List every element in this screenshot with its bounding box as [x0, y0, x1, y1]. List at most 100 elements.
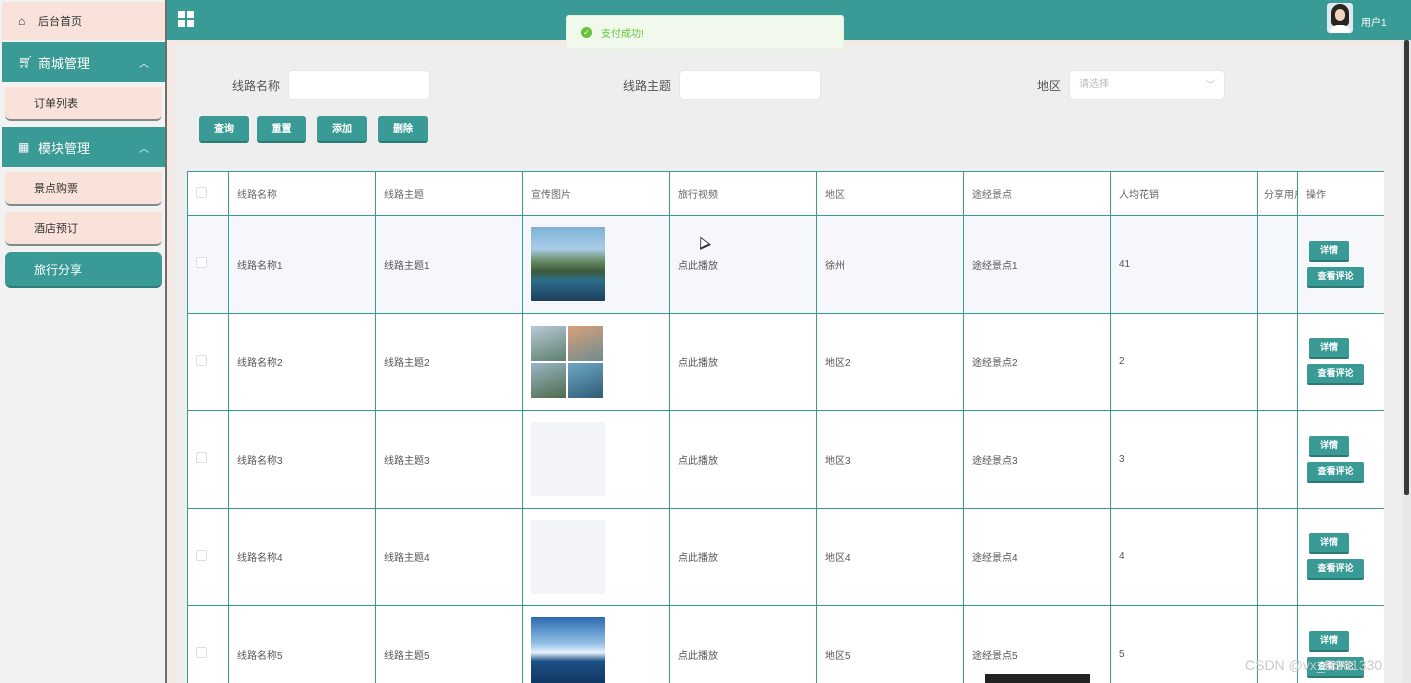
- spots-cell: 途经景点1: [963, 215, 1111, 314]
- cost-cell: 41: [1110, 215, 1258, 314]
- check-circle-icon: ✓: [581, 26, 592, 38]
- route-theme-cell: 线路主题5: [375, 605, 523, 683]
- operation-cell: 详情 查看评论: [1297, 312, 1384, 411]
- row-checkbox[interactable]: [196, 257, 207, 269]
- grid-icon: ▦: [18, 140, 30, 154]
- select-all-checkbox[interactable]: [196, 186, 207, 198]
- sidebar-item-orders[interactable]: 订单列表: [5, 87, 162, 121]
- video-link[interactable]: 点此播放: [669, 312, 817, 411]
- promo-image[interactable]: [531, 519, 605, 594]
- share-user-cell: [1257, 410, 1298, 509]
- route-theme-input[interactable]: [679, 70, 821, 100]
- route-theme-cell: 线路主题4: [375, 507, 523, 606]
- table-row: 线路名称3 线路主题3 点此播放 地区3 途经景点3 3 详情 查看评论: [187, 410, 1384, 509]
- chevron-down-icon: ﹀: [1205, 80, 1215, 90]
- column-header: 分享用户: [1257, 171, 1298, 216]
- detail-button[interactable]: 详情: [1309, 533, 1349, 555]
- sidebar-item-hotel[interactable]: 酒店预订: [5, 212, 162, 246]
- sidebar-group-label: 模块管理: [38, 140, 91, 156]
- column-header: 线路主题: [375, 171, 523, 216]
- spots-cell: 途经景点4: [963, 507, 1111, 606]
- row-checkbox[interactable]: [196, 549, 207, 561]
- route-name-cell: 线路名称5: [228, 605, 376, 683]
- query-button[interactable]: 查询: [199, 116, 249, 143]
- route-name-cell: 线路名称1: [228, 215, 376, 314]
- sidebar-item-home[interactable]: ⌂ 后台首页: [2, 2, 165, 40]
- table-row: 线路名称2 线路主题2 点此播放 地区2 途经景点2 2 详情 查看评论: [187, 312, 1384, 411]
- detail-button[interactable]: 详情: [1309, 435, 1349, 457]
- promo-image[interactable]: [531, 617, 605, 683]
- detail-button[interactable]: 详情: [1309, 240, 1349, 262]
- column-header: 人均花销: [1110, 171, 1258, 216]
- sidebar-item-label: 酒店预订: [34, 223, 78, 235]
- delete-button[interactable]: 删除: [378, 116, 428, 143]
- detail-button[interactable]: 详情: [1309, 630, 1349, 652]
- success-toast: ✓ 支付成功!: [566, 15, 844, 49]
- overlay-bar: [985, 674, 1090, 683]
- share-user-cell: [1257, 215, 1298, 314]
- route-name-cell: 线路名称3: [228, 410, 376, 509]
- view-comments-button[interactable]: 查看评论: [1307, 266, 1364, 288]
- region-cell: 地区3: [816, 410, 964, 509]
- share-user-cell: [1257, 507, 1298, 606]
- route-theme-cell: 线路主题2: [375, 312, 523, 411]
- sidebar-item-tickets[interactable]: 景点购票: [5, 172, 162, 206]
- sidebar-group-modules[interactable]: ▦ 模块管理 ︿: [2, 127, 165, 167]
- add-button[interactable]: 添加: [317, 116, 367, 143]
- region-select[interactable]: 请选择 ﹀: [1069, 70, 1225, 100]
- region-cell: 地区4: [816, 507, 964, 606]
- promo-image-cell: [522, 507, 670, 606]
- column-header: 操作: [1297, 171, 1384, 216]
- promo-image-cell: [522, 215, 670, 314]
- chevron-up-icon: ︿: [139, 59, 149, 70]
- video-link[interactable]: 点此播放: [669, 605, 817, 683]
- detail-button[interactable]: 详情: [1309, 338, 1349, 360]
- sidebar-group-mall[interactable]: 🛒︎ 商城管理 ︿: [2, 42, 165, 82]
- route-name-cell: 线路名称4: [228, 507, 376, 606]
- video-link[interactable]: 点此播放: [669, 410, 817, 509]
- column-header: 途经景点: [963, 171, 1111, 216]
- promo-image[interactable]: [531, 422, 605, 497]
- spots-cell: 途经景点3: [963, 410, 1111, 509]
- route-name-input[interactable]: [288, 70, 430, 100]
- home-icon: ⌂: [18, 14, 26, 28]
- sidebar-item-label: 景点购票: [34, 183, 78, 195]
- sidebar-item-travel-share[interactable]: 旅行分享: [5, 252, 162, 288]
- region-cell: 地区5: [816, 605, 964, 683]
- operation-cell: 详情 查看评论: [1297, 410, 1384, 509]
- promo-image[interactable]: [531, 227, 605, 302]
- username[interactable]: 用户1: [1361, 14, 1387, 29]
- operation-cell: 详情 查看评论: [1297, 507, 1384, 606]
- promo-image-cell: [522, 605, 670, 683]
- avatar[interactable]: [1327, 3, 1353, 33]
- region-cell: 徐州: [816, 215, 964, 314]
- chevron-up-icon: ︿: [139, 144, 149, 155]
- column-header: 地区: [816, 171, 964, 216]
- table-row: 线路名称1 线路主题1 点此播放 徐州 途经景点1 41 详情 查看评论: [187, 215, 1384, 314]
- menu-grid-icon[interactable]: [178, 11, 194, 27]
- video-link[interactable]: 点此播放: [669, 507, 817, 606]
- scrollbar[interactable]: [1402, 40, 1411, 683]
- view-comments-button[interactable]: 查看评论: [1307, 461, 1364, 483]
- route-table: 线路名称 线路主题 宣传图片 旅行视频 地区 途经景点 人均花销 分享用户 操作…: [187, 171, 1384, 683]
- reset-button[interactable]: 重置: [257, 116, 306, 143]
- video-link[interactable]: 点此播放: [669, 215, 817, 314]
- table-row: 线路名称5 线路主题5 点此播放 地区5 途经景点5 5 详情 查看评论: [187, 605, 1384, 683]
- cart-icon: 🛒︎: [18, 55, 34, 69]
- view-comments-button[interactable]: 查看评论: [1307, 364, 1364, 386]
- view-comments-button[interactable]: 查看评论: [1307, 559, 1364, 581]
- row-checkbox[interactable]: [196, 647, 207, 659]
- row-checkbox[interactable]: [196, 452, 207, 464]
- toast-message: 支付成功!: [601, 28, 644, 40]
- row-checkbox[interactable]: [196, 354, 207, 366]
- table-header-row: 线路名称 线路主题 宣传图片 旅行视频 地区 途经景点 人均花销 分享用户 操作: [187, 171, 1384, 216]
- select-all-cell[interactable]: [187, 171, 229, 216]
- table-row: 线路名称4 线路主题4 点此播放 地区4 途经景点4 4 详情 查看评论: [187, 507, 1384, 606]
- promo-image[interactable]: [531, 325, 603, 398]
- column-header: 线路名称: [228, 171, 376, 216]
- route-name-label: 线路名称: [232, 79, 281, 93]
- sidebar-group-label: 商城管理: [38, 55, 91, 71]
- sidebar-item-label: 订单列表: [34, 98, 78, 110]
- route-theme-cell: 线路主题3: [375, 410, 523, 509]
- region-cell: 地区2: [816, 312, 964, 411]
